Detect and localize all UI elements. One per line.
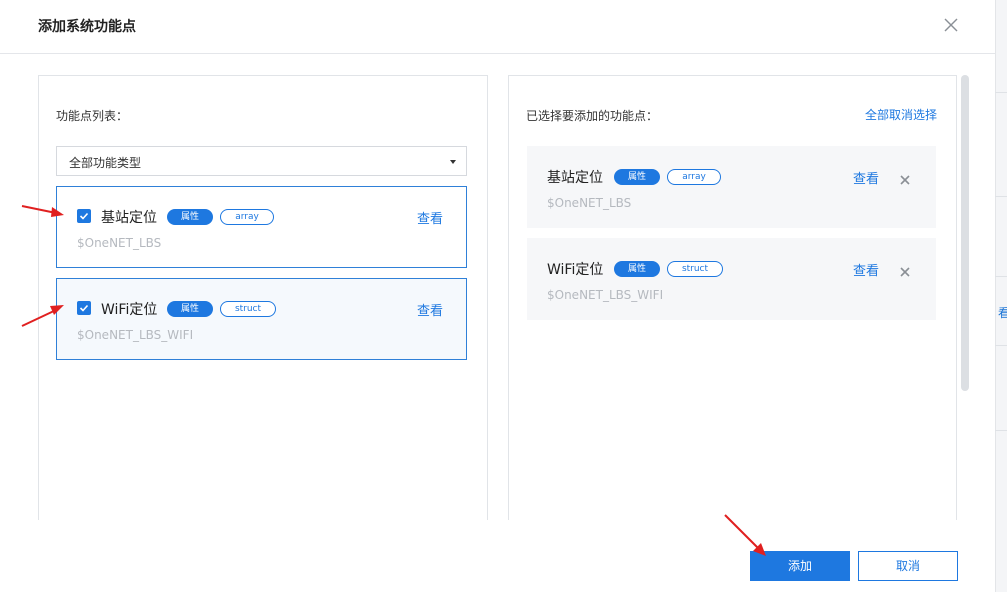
feature-type-select-value: 全部功能类型 — [69, 156, 142, 170]
annotation-arrow — [21, 305, 64, 327]
remove-icon[interactable] — [899, 171, 911, 185]
annotation-arrow — [21, 205, 64, 217]
item-checkbox[interactable] — [77, 301, 91, 315]
selected-feature-item: WiFi定位 属性 struct 查看 $OneNET_LBS_WIFI — [527, 238, 936, 320]
feature-list-label: 功能点列表： — [56, 109, 129, 123]
caret-down-icon — [450, 160, 456, 164]
data-type-tag: struct — [220, 301, 276, 317]
background-page — [995, 0, 1007, 592]
feature-name: WiFi定位 — [101, 302, 158, 318]
check-icon — [79, 304, 89, 312]
annotation-arrow — [724, 514, 766, 556]
dialog-header: 添加系统功能点 — [0, 0, 995, 54]
item-checkbox[interactable] — [77, 209, 91, 223]
check-icon — [79, 212, 89, 220]
feature-list-item[interactable]: WiFi定位 属性 struct 查看 $OneNET_LBS_WIFI — [56, 278, 467, 360]
feature-type-tag: 属性 — [614, 169, 660, 185]
data-type-tag: struct — [667, 261, 723, 277]
deselect-all-link[interactable]: 全部取消选择 — [865, 106, 937, 123]
background-divider — [995, 92, 1007, 93]
feature-type-tag: 属性 — [614, 261, 660, 277]
remove-icon[interactable] — [899, 263, 911, 277]
selected-features-label: 已选择要添加的功能点： — [526, 109, 659, 123]
background-divider — [995, 430, 1007, 431]
selected-feature-item: 基站定位 属性 array 查看 $OneNET_LBS — [527, 146, 936, 228]
cancel-button[interactable]: 取消 — [858, 551, 958, 581]
feature-list-item[interactable]: 基站定位 属性 array 查看 $OneNET_LBS — [56, 186, 467, 268]
add-system-feature-dialog: 添加系统功能点 功能点列表： 全部功能类型 基站定位 属性 array 查看 $… — [0, 0, 995, 592]
background-divider — [995, 196, 1007, 197]
background-divider — [995, 345, 1007, 346]
data-type-tag: array — [220, 209, 274, 225]
view-link[interactable]: 查看 — [853, 168, 879, 187]
feature-identifier: $OneNET_LBS — [547, 196, 632, 210]
feature-name: 基站定位 — [547, 170, 603, 186]
view-link[interactable]: 查看 — [853, 260, 879, 279]
feature-identifier: $OneNET_LBS_WIFI — [77, 328, 194, 342]
feature-identifier: $OneNET_LBS_WIFI — [547, 288, 664, 302]
feature-identifier: $OneNET_LBS — [77, 236, 162, 250]
background-text-fragment: 看 — [998, 306, 1007, 320]
feature-list-panel: 功能点列表： 全部功能类型 基站定位 属性 array 查看 $OneNET_L… — [38, 75, 488, 520]
dialog-title: 添加系统功能点 — [38, 19, 136, 35]
feature-name: WiFi定位 — [547, 262, 604, 278]
feature-type-tag: 属性 — [167, 301, 213, 317]
feature-type-select[interactable]: 全部功能类型 — [56, 146, 467, 176]
view-link[interactable]: 查看 — [417, 300, 443, 319]
selected-features-panel: 已选择要添加的功能点： 全部取消选择 基站定位 属性 array 查看 $One… — [508, 75, 957, 520]
dialog-scrollbar[interactable] — [961, 75, 969, 391]
feature-name: 基站定位 — [101, 210, 157, 226]
view-link[interactable]: 查看 — [417, 208, 443, 227]
close-icon[interactable] — [940, 14, 962, 36]
background-divider — [995, 276, 1007, 277]
feature-type-tag: 属性 — [167, 209, 213, 225]
data-type-tag: array — [667, 169, 721, 185]
